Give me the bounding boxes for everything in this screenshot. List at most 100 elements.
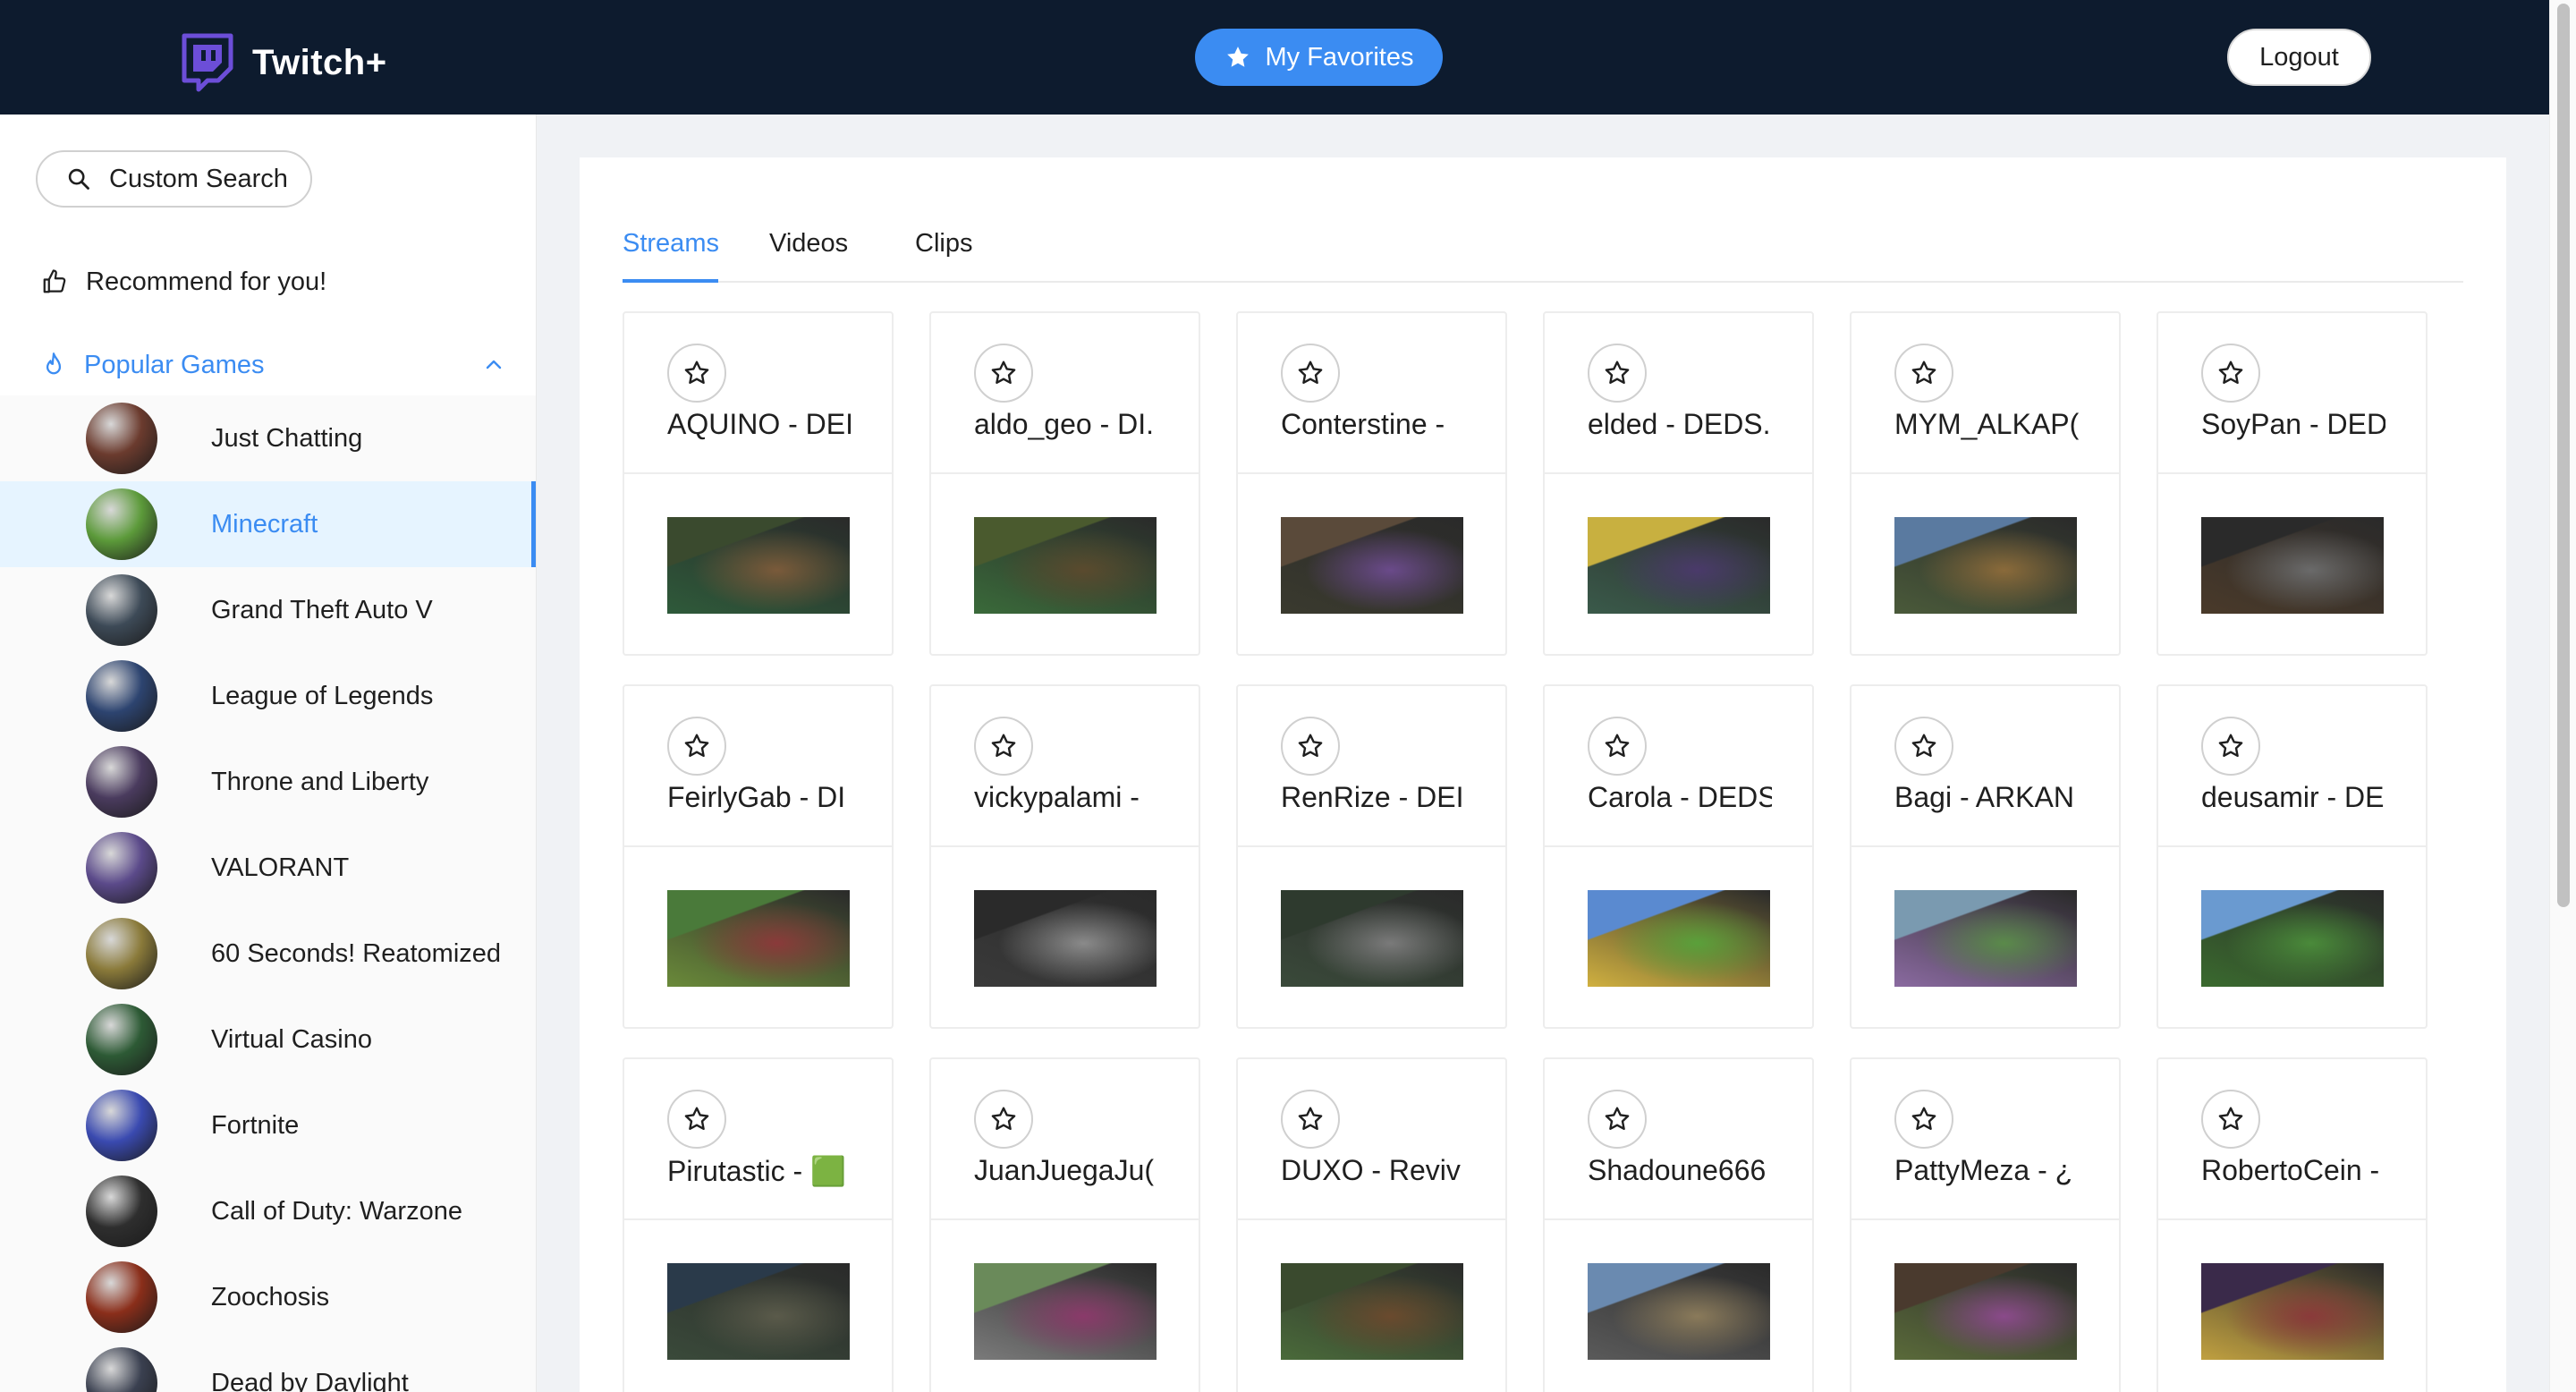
logout-button[interactable]: Logout xyxy=(2227,29,2371,86)
stream-thumbnail[interactable] xyxy=(974,517,1157,614)
star-outline-icon xyxy=(684,734,709,757)
stream-title: RobertoCein - xyxy=(2201,1154,2380,1186)
stream-thumbnail[interactable] xyxy=(1281,517,1463,614)
favorite-star-button[interactable] xyxy=(1894,717,1953,776)
stream-card[interactable]: SoyPan - DED xyxy=(2157,311,2428,656)
sidebar-game-item[interactable]: Zoochosis xyxy=(0,1254,536,1340)
stream-card[interactable]: Carola - DEDS xyxy=(1543,684,1814,1029)
stream-card[interactable]: FeirlyGab - DI xyxy=(623,684,894,1029)
favorite-star-button[interactable] xyxy=(1894,1090,1953,1149)
stream-card[interactable]: aldo_geo - DI. xyxy=(929,311,1200,656)
game-avatar xyxy=(86,660,157,732)
sidebar-game-item[interactable]: Fortnite xyxy=(0,1082,536,1168)
favorite-star-button[interactable] xyxy=(1588,344,1647,403)
stream-card[interactable]: DUXO - Reviv xyxy=(1236,1057,1507,1392)
stream-thumbnail[interactable] xyxy=(2201,890,2384,987)
stream-card[interactable]: JuanJuegaJu( xyxy=(929,1057,1200,1392)
sidebar-game-item[interactable]: Call of Duty: Warzone xyxy=(0,1168,536,1254)
sidebar-game-item[interactable]: Throne and Liberty xyxy=(0,739,536,825)
stream-title: Shadoune666 xyxy=(1588,1154,1767,1186)
stream-title: Conterstine - xyxy=(1281,408,1445,440)
stream-card[interactable]: Conterstine - xyxy=(1236,311,1507,656)
sidebar-game-item[interactable]: VALORANT xyxy=(0,825,536,911)
sidebar-game-item[interactable]: Just Chatting xyxy=(0,395,536,481)
stream-thumbnail[interactable] xyxy=(1588,1263,1770,1360)
tab-clips[interactable]: Clips xyxy=(915,229,972,259)
scrollbar-thumb[interactable] xyxy=(2557,4,2570,907)
favorite-star-button[interactable] xyxy=(2201,717,2260,776)
favorite-star-button[interactable] xyxy=(1894,344,1953,403)
sidebar-game-item[interactable]: Grand Theft Auto V xyxy=(0,567,536,653)
stream-card[interactable]: Bagi - ARKAN xyxy=(1850,684,2121,1029)
stream-card[interactable]: MYM_ALKAP( xyxy=(1850,311,2121,656)
favorite-star-button[interactable] xyxy=(1281,717,1340,776)
stream-thumbnail[interactable] xyxy=(667,517,850,614)
sidebar-game-item[interactable]: Virtual Casino xyxy=(0,997,536,1082)
stream-card[interactable]: RobertoCein - xyxy=(2157,1057,2428,1392)
stream-thumbnail[interactable] xyxy=(667,1263,850,1360)
stream-card[interactable]: PattyMeza - ¿ xyxy=(1850,1057,2121,1392)
chevron-up-icon[interactable] xyxy=(483,354,504,376)
game-avatar xyxy=(86,1176,157,1247)
custom-search-label: Custom Search xyxy=(109,164,288,193)
favorite-star-button[interactable] xyxy=(1588,1090,1647,1149)
stream-card[interactable]: deusamir - DE xyxy=(2157,684,2428,1029)
game-name: Just Chatting xyxy=(211,424,363,453)
stream-card[interactable]: Shadoune666 xyxy=(1543,1057,1814,1392)
stream-thumbnail[interactable] xyxy=(1894,517,2077,614)
sidebar-item-recommend[interactable]: Recommend for you! xyxy=(0,242,536,322)
custom-search-button[interactable]: Custom Search xyxy=(36,150,312,208)
stream-card[interactable]: elded - DEDS. xyxy=(1543,311,1814,656)
game-avatar xyxy=(86,832,157,904)
favorite-star-button[interactable] xyxy=(974,717,1033,776)
stream-thumbnail[interactable] xyxy=(1894,1263,2077,1360)
sidebar-game-item[interactable]: Dead by Daylight xyxy=(0,1340,536,1392)
game-avatar xyxy=(86,1347,157,1392)
star-outline-icon xyxy=(991,1107,1016,1130)
favorite-star-button[interactable] xyxy=(974,1090,1033,1149)
sidebar-game-item[interactable]: Minecraft xyxy=(0,481,536,567)
tab-streams[interactable]: Streams xyxy=(623,229,719,259)
game-name: Virtual Casino xyxy=(211,1025,373,1054)
popular-games-label: Popular Games xyxy=(84,350,265,379)
star-outline-icon xyxy=(1298,361,1323,384)
sidebar: Custom Search Recommend for you! Popular… xyxy=(0,115,537,1392)
favorite-star-button[interactable] xyxy=(1281,1090,1340,1149)
sidebar-game-item[interactable]: League of Legends xyxy=(0,653,536,739)
search-icon xyxy=(68,168,89,190)
tab-videos[interactable]: Videos xyxy=(769,229,848,259)
sidebar-game-item[interactable]: 60 Seconds! Reatomized xyxy=(0,911,536,997)
stream-card[interactable]: RenRize - DEI xyxy=(1236,684,1507,1029)
stream-thumbnail[interactable] xyxy=(1281,890,1463,987)
star-outline-icon xyxy=(2218,361,2243,384)
favorite-star-button[interactable] xyxy=(1588,717,1647,776)
favorite-star-button[interactable] xyxy=(2201,344,2260,403)
page-scrollbar[interactable] xyxy=(2549,0,2576,1392)
stream-thumbnail[interactable] xyxy=(1894,890,2077,987)
favorite-star-button[interactable] xyxy=(667,344,726,403)
star-outline-icon xyxy=(684,1107,709,1130)
stream-thumbnail[interactable] xyxy=(1588,890,1770,987)
my-favorites-button[interactable]: My Favorites xyxy=(1195,29,1443,86)
stream-thumbnail[interactable] xyxy=(1588,517,1770,614)
app-logo[interactable]: Twitch+ xyxy=(179,32,387,93)
star-outline-icon xyxy=(1605,361,1630,384)
favorite-star-button[interactable] xyxy=(974,344,1033,403)
stream-thumbnail[interactable] xyxy=(1281,1263,1463,1360)
stream-thumbnail[interactable] xyxy=(2201,517,2384,614)
stream-card[interactable]: Pirutastic - 🟩 xyxy=(623,1057,894,1392)
stream-thumbnail[interactable] xyxy=(667,890,850,987)
stream-thumbnail[interactable] xyxy=(2201,1263,2384,1360)
game-avatar xyxy=(86,746,157,818)
stream-thumbnail[interactable] xyxy=(974,1263,1157,1360)
game-name: Dead by Daylight xyxy=(211,1369,409,1392)
favorite-star-button[interactable] xyxy=(667,1090,726,1149)
stream-card-header: JuanJuegaJu( xyxy=(931,1059,1199,1220)
favorite-star-button[interactable] xyxy=(2201,1090,2260,1149)
stream-thumbnail[interactable] xyxy=(974,890,1157,987)
game-name: VALORANT xyxy=(211,853,350,882)
stream-card[interactable]: vickypalami - xyxy=(929,684,1200,1029)
stream-card[interactable]: AQUINO - DEI xyxy=(623,311,894,656)
favorite-star-button[interactable] xyxy=(667,717,726,776)
favorite-star-button[interactable] xyxy=(1281,344,1340,403)
